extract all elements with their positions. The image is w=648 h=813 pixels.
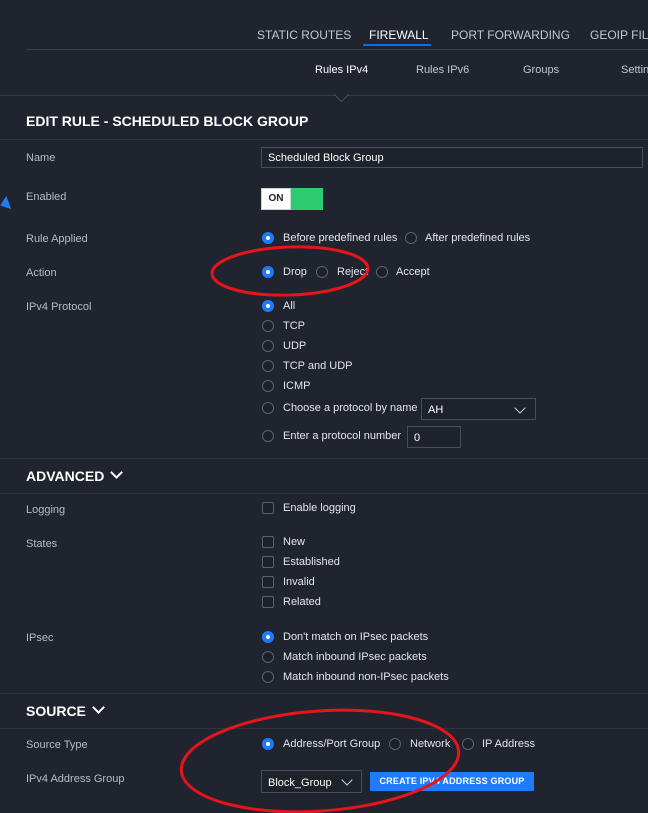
annotation-overlay [179, 245, 461, 813]
annotation-ellipse-action [210, 245, 370, 297]
annotation-ellipse-source [179, 708, 461, 813]
